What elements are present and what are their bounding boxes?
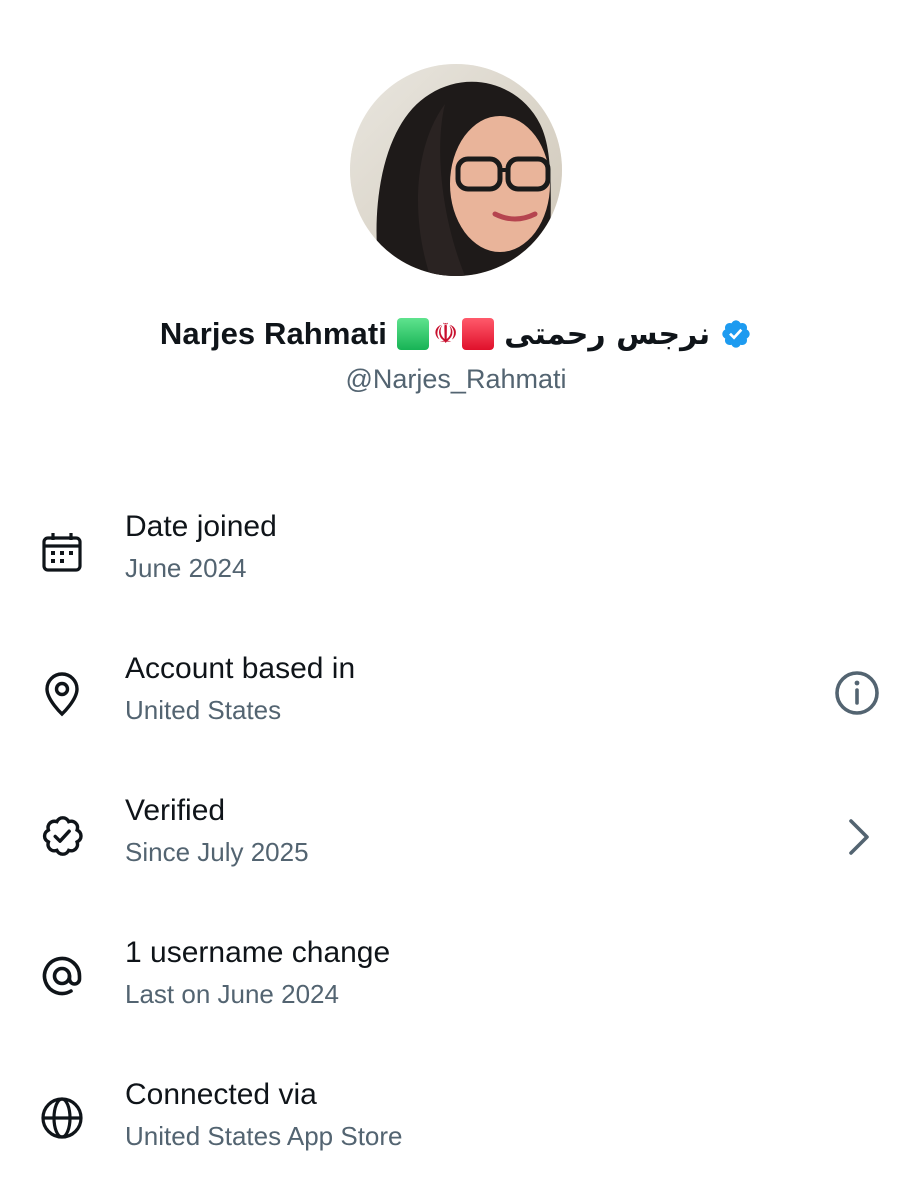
detail-row-account-based-in: Account based in United States (0, 642, 912, 752)
display-name: Narjes Rahmati (159, 316, 387, 351)
flag-red-stripe (462, 318, 495, 350)
detail-text: Verified Since July 2025 (125, 790, 309, 872)
globe-icon (38, 1094, 86, 1142)
persian-name: نرجس رحمتی (504, 316, 711, 352)
profile-handle[interactable]: @Narjes_Rahmati (0, 364, 912, 395)
detail-subtitle: Since July 2025 (125, 837, 309, 867)
calendar-icon (38, 528, 86, 576)
verified-badge-icon[interactable] (720, 318, 752, 350)
location-pin-icon (38, 670, 86, 718)
info-icon[interactable] (832, 668, 882, 718)
detail-title: Verified (125, 794, 226, 827)
detail-row-username-change: 1 username change Last on June 2024 (0, 926, 912, 1036)
profile-avatar[interactable] (350, 64, 562, 276)
detail-text: Account based in United States (125, 648, 355, 730)
detail-title: Account based in (125, 652, 356, 685)
chevron-right-icon[interactable] (832, 812, 882, 862)
detail-text: Connected via United States App Store (125, 1074, 403, 1156)
detail-title: Connected via (125, 1078, 317, 1111)
detail-text: Date joined June 2024 (125, 506, 277, 588)
detail-subtitle: Last on June 2024 (125, 979, 339, 1009)
detail-subtitle: United States (125, 695, 282, 725)
detail-text: 1 username change Last on June 2024 (125, 932, 390, 1014)
detail-title: Date joined (125, 510, 277, 543)
detail-row-verified[interactable]: Verified Since July 2025 (0, 784, 912, 894)
flag-green-stripe (396, 318, 429, 350)
detail-row-connected-via: Connected via United States App Store (0, 1068, 912, 1178)
emblem-icon: ☫ (432, 318, 459, 349)
detail-subtitle: June 2024 (125, 553, 247, 583)
detail-title: 1 username change (125, 936, 391, 969)
detail-row-date-joined: Date joined June 2024 (0, 500, 912, 610)
at-sign-icon (38, 952, 86, 1000)
flag-emoji: ☫ (396, 318, 495, 350)
profile-name-row: Narjes Rahmati ☫ نرجس رحمتی (0, 310, 912, 358)
detail-subtitle: United States App Store (125, 1121, 403, 1151)
verified-outline-icon (38, 812, 86, 860)
